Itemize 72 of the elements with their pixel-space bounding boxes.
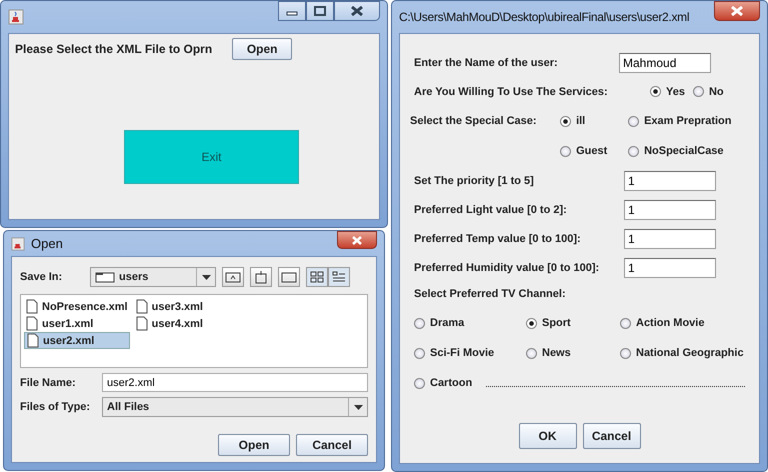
dialog-title: Open [31, 236, 63, 251]
number-field[interactable]: 1 [624, 228, 716, 248]
radio-button[interactable]: News [526, 347, 620, 359]
file-name-field[interactable]: user2.xml [102, 373, 368, 392]
maximize-button[interactable] [306, 1, 334, 21]
close-button[interactable] [337, 231, 377, 249]
save-in-dropdown[interactable]: users [90, 267, 216, 287]
file-item[interactable]: user1.xml [24, 315, 130, 332]
home-button[interactable] [250, 267, 272, 287]
details-view-button[interactable] [328, 267, 350, 287]
file-item[interactable]: user2.xml [24, 332, 130, 349]
radio-button[interactable]: Sci-Fi Movie [414, 347, 526, 359]
radio-button[interactable]: NoSpecialCase [628, 145, 745, 157]
folder-icon [95, 271, 115, 283]
folder-icon [281, 271, 297, 283]
file-icon [27, 333, 39, 348]
file-icon [136, 316, 148, 331]
ok-button[interactable]: OK [518, 423, 576, 449]
details-list-icon [332, 271, 346, 283]
radio-button[interactable]: Sport [526, 317, 620, 329]
file-item[interactable]: user4.xml [134, 315, 205, 332]
new-folder-button[interactable] [278, 267, 300, 287]
open-button[interactable]: Open [218, 434, 290, 456]
radio-button[interactable]: Drama [414, 317, 526, 329]
close-icon [350, 6, 364, 16]
field-label: Preferred Humidity value [0 to 100]: [414, 262, 600, 274]
radio-button[interactable]: Yes [650, 86, 685, 98]
services-label: Are You Willing To Use The Services: [414, 86, 609, 98]
close-button[interactable] [334, 1, 380, 21]
name-label: Enter the Name of the user: [414, 56, 559, 68]
field-label: Set The priority [1 to 5] [414, 174, 535, 186]
field-label: Preferred Light value [0 to 2]: [414, 204, 568, 216]
special-case-label: Select the Special Case: [410, 115, 538, 127]
file-type-dropdown[interactable]: All Files [102, 397, 368, 417]
file-type-label: Files of Type: [20, 401, 92, 413]
exit-button[interactable]: Exit [124, 130, 299, 184]
tv-channel-label: Select Preferred TV Channel: [414, 288, 567, 302]
file-icon [26, 316, 38, 331]
close-icon [730, 6, 744, 16]
folder-up-icon [225, 271, 241, 283]
caret-icon [354, 404, 362, 410]
file-item[interactable]: NoPresence.xml [24, 298, 130, 315]
field-label: Preferred Temp value [0 to 100]: [414, 232, 582, 244]
prompt-label: Please Select the XML File to Oprn [15, 42, 212, 56]
open-button[interactable]: Open [232, 38, 292, 60]
cancel-button[interactable]: Cancel [296, 434, 368, 456]
number-field[interactable]: 1 [624, 170, 716, 190]
radio-button[interactable]: Action Movie [620, 317, 745, 329]
file-item[interactable]: user3.xml [134, 298, 205, 315]
radio-button[interactable]: ill [560, 115, 618, 127]
grid-icon [310, 271, 324, 283]
file-name-label: File Name: [20, 376, 77, 388]
up-folder-button[interactable] [222, 267, 244, 287]
caret-icon [202, 274, 210, 280]
radio-button[interactable]: Cartoon [414, 377, 526, 389]
cancel-button[interactable]: Cancel [582, 423, 640, 449]
number-field[interactable]: 1 [624, 258, 716, 278]
radio-button[interactable]: National Geographic [620, 347, 745, 359]
file-icon [26, 299, 38, 314]
radio-button[interactable]: No [692, 86, 724, 98]
radio-button[interactable]: Guest [560, 145, 618, 157]
radio-button[interactable]: Exam Prepration [628, 115, 745, 127]
close-icon [351, 236, 363, 244]
name-field[interactable]: Mahmoud [619, 52, 711, 72]
close-button[interactable] [714, 1, 760, 21]
save-in-label: Save In: [20, 271, 64, 283]
list-view-button[interactable] [306, 267, 328, 287]
number-field[interactable]: 1 [624, 200, 716, 220]
minimize-button[interactable] [278, 1, 306, 21]
file-icon [136, 299, 148, 314]
maximize-icon [314, 6, 326, 16]
window-title: C:\Users\MahMouD\Desktop\ubirealFinal\users\user2.xml [399, 10, 690, 24]
